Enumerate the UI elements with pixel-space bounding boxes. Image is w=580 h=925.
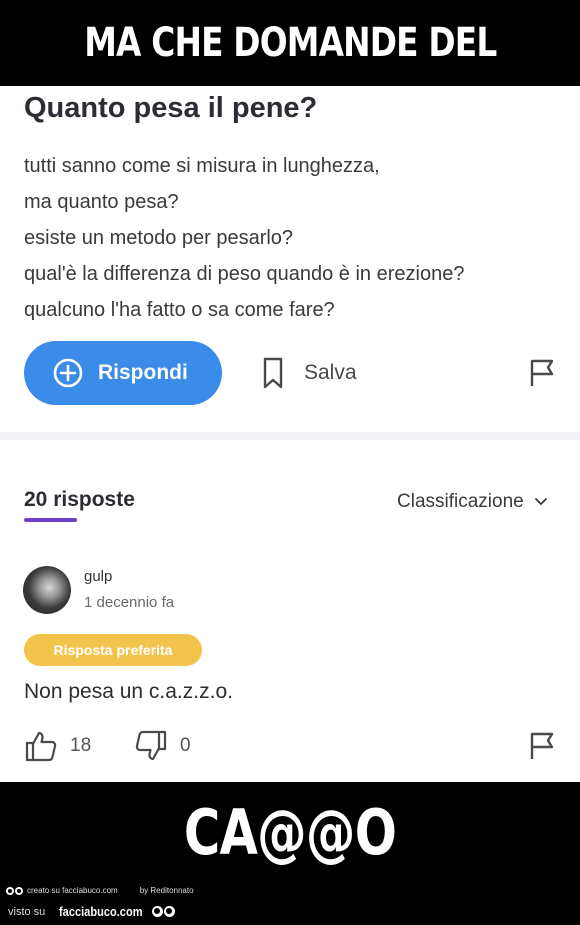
chevron-down-icon [534, 498, 547, 506]
watermark-seen: visto su facciabuco.com [8, 904, 176, 919]
question-line: ma quanto pesa? [24, 191, 179, 213]
save-button[interactable]: Salva [262, 355, 357, 391]
watermark-created: creato su facciabuco.com by Reditonnato [6, 886, 194, 895]
username[interactable]: gulp [84, 568, 112, 585]
thumbs-down-icon [135, 730, 167, 761]
section-divider [0, 432, 580, 440]
dislike-button[interactable]: 0 [134, 728, 191, 764]
meme-top-banner: MA CHE DOMANDE DEL [0, 0, 580, 86]
question-line: qual'è la differenza di peso quando è in… [24, 263, 465, 285]
question-actions: Rispondi Salva [0, 341, 580, 405]
reply-button[interactable]: Rispondi [24, 341, 222, 405]
like-count: 18 [70, 735, 92, 756]
question-line: tutti sanno come si misura in lunghezza, [24, 155, 380, 177]
eyes-logo-icon [6, 886, 24, 895]
answer-text: Non pesa un c.a.z.z.o. [24, 680, 233, 703]
site-link[interactable]: facciabuco.com [59, 904, 143, 919]
answers-underline [24, 518, 77, 522]
question-card: Quanto pesa il pene? tutti sanno come si… [0, 86, 580, 782]
bookmark-icon [263, 357, 283, 389]
created-on-text: creato su facciabuco.com [27, 886, 118, 895]
timestamp: 1 decennio fa [84, 594, 175, 611]
plus-circle-icon [53, 358, 83, 388]
question-line: esiste un metodo per pesarlo? [24, 227, 294, 249]
question-body: tutti sanno come si misura in lunghezza,… [24, 148, 564, 328]
eyes-logo-icon [151, 906, 176, 917]
answers-count: 20 risposte [24, 488, 135, 511]
thumbs-up-icon [25, 731, 57, 762]
save-label: Salva [304, 361, 357, 384]
sort-label: Classificazione [397, 491, 524, 512]
avatar[interactable] [23, 566, 71, 614]
seen-on-text: visto su [8, 905, 46, 918]
dislike-count: 0 [180, 735, 191, 756]
bottom-caption: CA@@O [183, 796, 397, 869]
best-answer-badge: Risposta preferita [24, 634, 202, 666]
author-text: by Reditonnato [139, 886, 194, 895]
flag-icon[interactable] [528, 731, 558, 761]
flag-icon[interactable] [528, 358, 558, 388]
reply-label: Rispondi [98, 361, 188, 384]
question-line: qualcuno l'ha fatto o sa come fare? [24, 299, 335, 321]
meme-bottom-banner: CA@@O creato su facciabuco.com by Redito… [0, 782, 580, 925]
like-button[interactable]: 18 [24, 728, 91, 764]
sort-dropdown[interactable]: Classificazione [397, 491, 548, 513]
question-title: Quanto pesa il pene? [24, 92, 318, 124]
top-caption: MA CHE DOMANDE DEL [83, 20, 497, 66]
